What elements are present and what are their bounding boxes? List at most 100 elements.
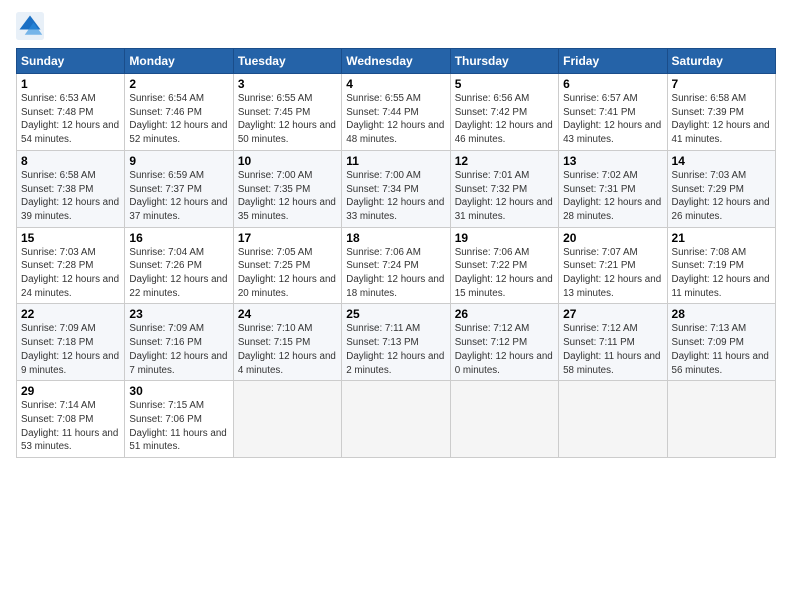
calendar-cell: 15Sunrise: 7:03 AM Sunset: 7:28 PM Dayli… bbox=[17, 227, 125, 304]
day-number: 22 bbox=[21, 307, 120, 321]
day-info: Sunrise: 7:02 AM Sunset: 7:31 PM Dayligh… bbox=[563, 169, 662, 224]
calendar-header-saturday: Saturday bbox=[667, 49, 775, 74]
header bbox=[16, 12, 776, 40]
day-number: 10 bbox=[238, 154, 337, 168]
calendar-cell: 7Sunrise: 6:58 AM Sunset: 7:39 PM Daylig… bbox=[667, 74, 775, 151]
day-info: Sunrise: 7:00 AM Sunset: 7:34 PM Dayligh… bbox=[346, 169, 445, 224]
day-info: Sunrise: 7:12 AM Sunset: 7:12 PM Dayligh… bbox=[455, 322, 554, 377]
calendar-cell: 6Sunrise: 6:57 AM Sunset: 7:41 PM Daylig… bbox=[559, 74, 667, 151]
calendar-cell: 10Sunrise: 7:00 AM Sunset: 7:35 PM Dayli… bbox=[233, 150, 341, 227]
day-info: Sunrise: 7:00 AM Sunset: 7:35 PM Dayligh… bbox=[238, 169, 337, 224]
calendar-cell: 27Sunrise: 7:12 AM Sunset: 7:11 PM Dayli… bbox=[559, 304, 667, 381]
day-info: Sunrise: 6:56 AM Sunset: 7:42 PM Dayligh… bbox=[455, 92, 554, 147]
day-number: 7 bbox=[672, 77, 771, 91]
day-number: 16 bbox=[129, 231, 228, 245]
calendar-header-sunday: Sunday bbox=[17, 49, 125, 74]
calendar-header-friday: Friday bbox=[559, 49, 667, 74]
calendar-week-row: 15Sunrise: 7:03 AM Sunset: 7:28 PM Dayli… bbox=[17, 227, 776, 304]
calendar-cell: 20Sunrise: 7:07 AM Sunset: 7:21 PM Dayli… bbox=[559, 227, 667, 304]
day-info: Sunrise: 7:13 AM Sunset: 7:09 PM Dayligh… bbox=[672, 322, 771, 377]
day-info: Sunrise: 6:55 AM Sunset: 7:44 PM Dayligh… bbox=[346, 92, 445, 147]
day-number: 25 bbox=[346, 307, 445, 321]
calendar-header-monday: Monday bbox=[125, 49, 233, 74]
calendar-cell: 28Sunrise: 7:13 AM Sunset: 7:09 PM Dayli… bbox=[667, 304, 775, 381]
day-number: 14 bbox=[672, 154, 771, 168]
calendar-cell: 18Sunrise: 7:06 AM Sunset: 7:24 PM Dayli… bbox=[342, 227, 450, 304]
calendar-cell bbox=[559, 381, 667, 458]
day-info: Sunrise: 7:10 AM Sunset: 7:15 PM Dayligh… bbox=[238, 322, 337, 377]
day-info: Sunrise: 6:54 AM Sunset: 7:46 PM Dayligh… bbox=[129, 92, 228, 147]
page: SundayMondayTuesdayWednesdayThursdayFrid… bbox=[0, 0, 792, 612]
calendar-cell: 14Sunrise: 7:03 AM Sunset: 7:29 PM Dayli… bbox=[667, 150, 775, 227]
calendar-cell: 1Sunrise: 6:53 AM Sunset: 7:48 PM Daylig… bbox=[17, 74, 125, 151]
day-number: 13 bbox=[563, 154, 662, 168]
day-info: Sunrise: 7:15 AM Sunset: 7:06 PM Dayligh… bbox=[129, 399, 228, 454]
calendar-cell: 25Sunrise: 7:11 AM Sunset: 7:13 PM Dayli… bbox=[342, 304, 450, 381]
calendar-cell: 5Sunrise: 6:56 AM Sunset: 7:42 PM Daylig… bbox=[450, 74, 558, 151]
calendar-cell bbox=[667, 381, 775, 458]
day-number: 30 bbox=[129, 384, 228, 398]
day-number: 21 bbox=[672, 231, 771, 245]
day-info: Sunrise: 7:08 AM Sunset: 7:19 PM Dayligh… bbox=[672, 246, 771, 301]
day-number: 27 bbox=[563, 307, 662, 321]
calendar-cell: 24Sunrise: 7:10 AM Sunset: 7:15 PM Dayli… bbox=[233, 304, 341, 381]
day-number: 2 bbox=[129, 77, 228, 91]
calendar-cell bbox=[450, 381, 558, 458]
day-number: 9 bbox=[129, 154, 228, 168]
calendar-cell: 9Sunrise: 6:59 AM Sunset: 7:37 PM Daylig… bbox=[125, 150, 233, 227]
day-number: 15 bbox=[21, 231, 120, 245]
day-info: Sunrise: 7:12 AM Sunset: 7:11 PM Dayligh… bbox=[563, 322, 662, 377]
day-info: Sunrise: 6:53 AM Sunset: 7:48 PM Dayligh… bbox=[21, 92, 120, 147]
logo-icon bbox=[16, 12, 44, 40]
logo bbox=[16, 12, 48, 40]
day-info: Sunrise: 7:07 AM Sunset: 7:21 PM Dayligh… bbox=[563, 246, 662, 301]
day-info: Sunrise: 7:11 AM Sunset: 7:13 PM Dayligh… bbox=[346, 322, 445, 377]
day-number: 5 bbox=[455, 77, 554, 91]
calendar-cell: 19Sunrise: 7:06 AM Sunset: 7:22 PM Dayli… bbox=[450, 227, 558, 304]
calendar-cell: 11Sunrise: 7:00 AM Sunset: 7:34 PM Dayli… bbox=[342, 150, 450, 227]
day-number: 28 bbox=[672, 307, 771, 321]
calendar-week-row: 29Sunrise: 7:14 AM Sunset: 7:08 PM Dayli… bbox=[17, 381, 776, 458]
day-number: 4 bbox=[346, 77, 445, 91]
day-number: 12 bbox=[455, 154, 554, 168]
day-info: Sunrise: 7:03 AM Sunset: 7:29 PM Dayligh… bbox=[672, 169, 771, 224]
calendar-week-row: 1Sunrise: 6:53 AM Sunset: 7:48 PM Daylig… bbox=[17, 74, 776, 151]
day-number: 1 bbox=[21, 77, 120, 91]
calendar-cell: 17Sunrise: 7:05 AM Sunset: 7:25 PM Dayli… bbox=[233, 227, 341, 304]
day-info: Sunrise: 7:04 AM Sunset: 7:26 PM Dayligh… bbox=[129, 246, 228, 301]
calendar-header-row: SundayMondayTuesdayWednesdayThursdayFrid… bbox=[17, 49, 776, 74]
day-info: Sunrise: 7:09 AM Sunset: 7:16 PM Dayligh… bbox=[129, 322, 228, 377]
calendar-cell: 12Sunrise: 7:01 AM Sunset: 7:32 PM Dayli… bbox=[450, 150, 558, 227]
day-info: Sunrise: 7:14 AM Sunset: 7:08 PM Dayligh… bbox=[21, 399, 120, 454]
day-info: Sunrise: 7:06 AM Sunset: 7:22 PM Dayligh… bbox=[455, 246, 554, 301]
calendar-cell: 21Sunrise: 7:08 AM Sunset: 7:19 PM Dayli… bbox=[667, 227, 775, 304]
calendar-cell: 26Sunrise: 7:12 AM Sunset: 7:12 PM Dayli… bbox=[450, 304, 558, 381]
calendar-cell: 23Sunrise: 7:09 AM Sunset: 7:16 PM Dayli… bbox=[125, 304, 233, 381]
day-info: Sunrise: 6:58 AM Sunset: 7:38 PM Dayligh… bbox=[21, 169, 120, 224]
day-info: Sunrise: 7:03 AM Sunset: 7:28 PM Dayligh… bbox=[21, 246, 120, 301]
calendar-cell bbox=[233, 381, 341, 458]
day-info: Sunrise: 7:01 AM Sunset: 7:32 PM Dayligh… bbox=[455, 169, 554, 224]
day-number: 19 bbox=[455, 231, 554, 245]
calendar-cell: 22Sunrise: 7:09 AM Sunset: 7:18 PM Dayli… bbox=[17, 304, 125, 381]
day-number: 18 bbox=[346, 231, 445, 245]
calendar-cell: 13Sunrise: 7:02 AM Sunset: 7:31 PM Dayli… bbox=[559, 150, 667, 227]
day-number: 3 bbox=[238, 77, 337, 91]
day-info: Sunrise: 7:06 AM Sunset: 7:24 PM Dayligh… bbox=[346, 246, 445, 301]
calendar-cell: 16Sunrise: 7:04 AM Sunset: 7:26 PM Dayli… bbox=[125, 227, 233, 304]
calendar-header-wednesday: Wednesday bbox=[342, 49, 450, 74]
day-number: 6 bbox=[563, 77, 662, 91]
day-info: Sunrise: 7:09 AM Sunset: 7:18 PM Dayligh… bbox=[21, 322, 120, 377]
day-info: Sunrise: 6:55 AM Sunset: 7:45 PM Dayligh… bbox=[238, 92, 337, 147]
day-number: 26 bbox=[455, 307, 554, 321]
day-info: Sunrise: 6:57 AM Sunset: 7:41 PM Dayligh… bbox=[563, 92, 662, 147]
day-number: 24 bbox=[238, 307, 337, 321]
calendar-table: SundayMondayTuesdayWednesdayThursdayFrid… bbox=[16, 48, 776, 458]
calendar-cell: 29Sunrise: 7:14 AM Sunset: 7:08 PM Dayli… bbox=[17, 381, 125, 458]
calendar-cell: 30Sunrise: 7:15 AM Sunset: 7:06 PM Dayli… bbox=[125, 381, 233, 458]
calendar-cell: 8Sunrise: 6:58 AM Sunset: 7:38 PM Daylig… bbox=[17, 150, 125, 227]
day-number: 20 bbox=[563, 231, 662, 245]
calendar-header-thursday: Thursday bbox=[450, 49, 558, 74]
calendar-week-row: 22Sunrise: 7:09 AM Sunset: 7:18 PM Dayli… bbox=[17, 304, 776, 381]
calendar-cell: 3Sunrise: 6:55 AM Sunset: 7:45 PM Daylig… bbox=[233, 74, 341, 151]
